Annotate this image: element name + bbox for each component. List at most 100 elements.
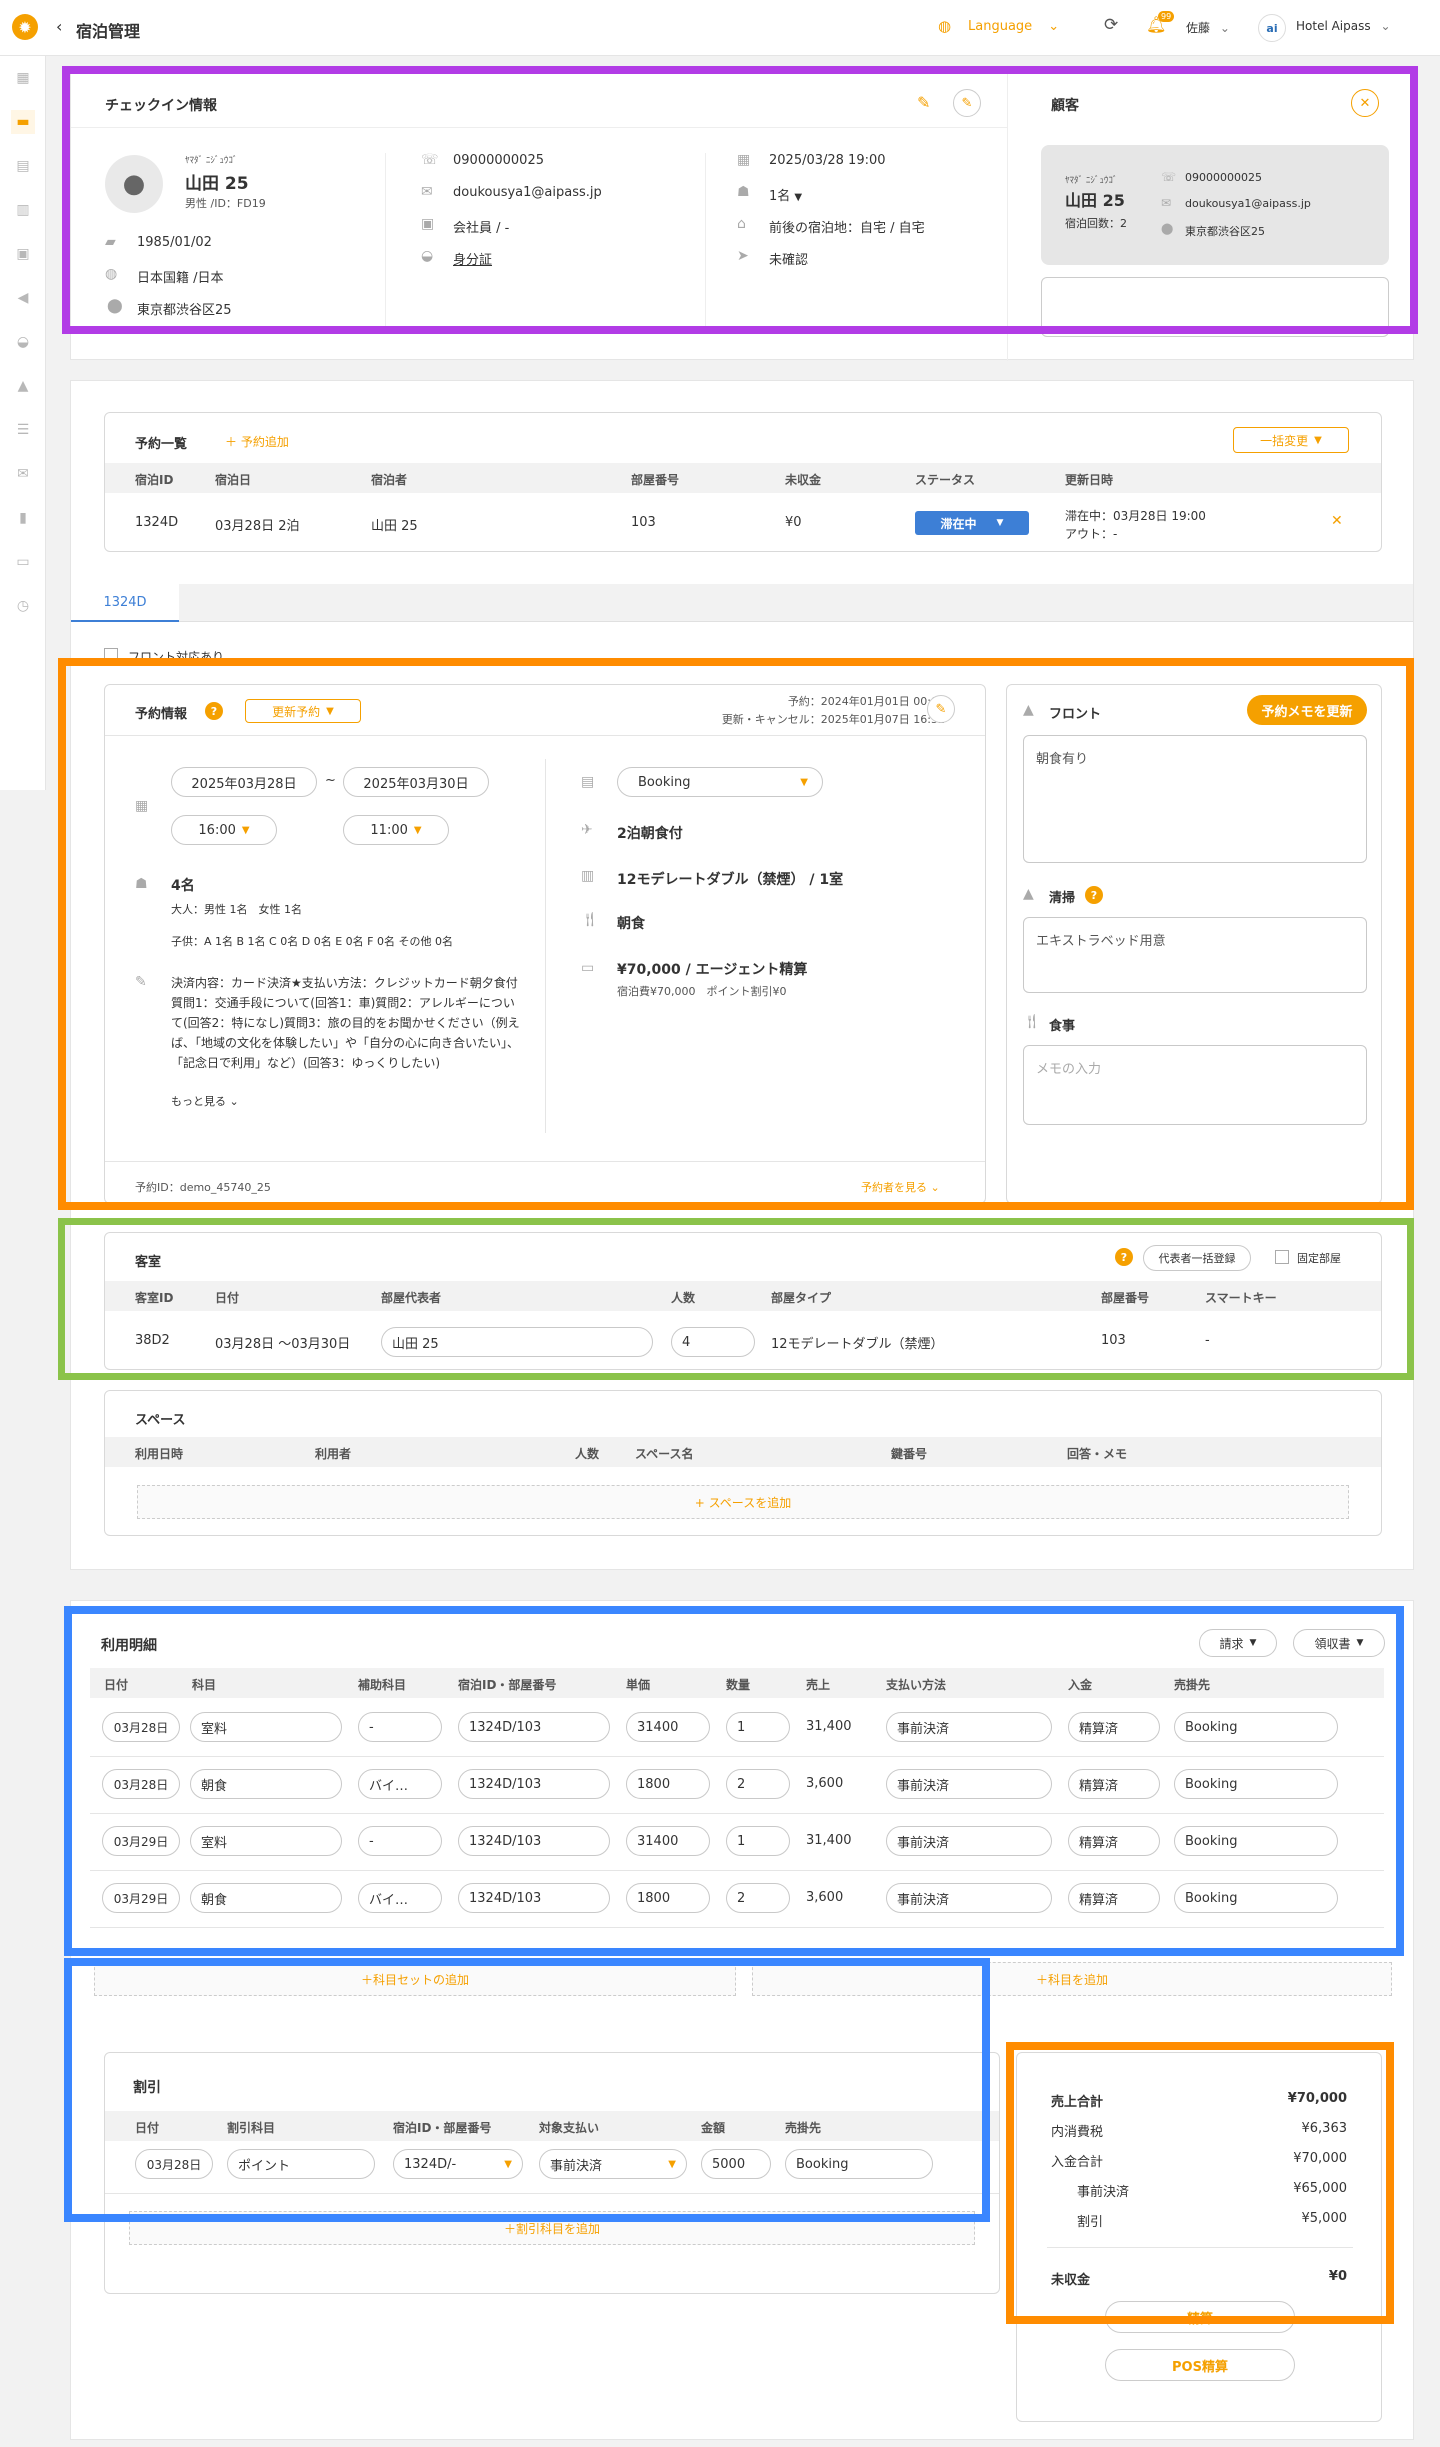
settle-button[interactable]: 精算 [1105, 2301, 1295, 2333]
cleaning-memo-textarea[interactable]: エキストラベッド用意 [1023, 917, 1367, 993]
view-booker-link[interactable]: 予約者を見る ⌄ [861, 1179, 940, 1195]
usage-paid[interactable]: 精算済 [1068, 1769, 1160, 1799]
megaphone-icon[interactable]: ◀ [11, 286, 35, 310]
discount-amount[interactable]: 5000 [701, 2149, 771, 2179]
meal-memo-textarea[interactable]: メモの入力 [1023, 1045, 1367, 1125]
room-rep-input[interactable]: 山田 25 [381, 1327, 653, 1357]
dashboard-icon[interactable]: ▦ [11, 66, 35, 90]
customer-search-box[interactable] [1041, 277, 1389, 337]
discount-date[interactable]: 03月28日 [135, 2149, 213, 2179]
usage-qty[interactable]: 2 [726, 1883, 790, 1913]
add-item-set-button[interactable]: ＋ 科目セットの追加 [94, 1962, 736, 1996]
add-space-button[interactable]: + スペースを追加 [137, 1485, 1349, 1519]
cleaning-icon[interactable]: ▲ [11, 374, 35, 398]
more-link[interactable]: もっと見る ⌄ [171, 1093, 239, 1109]
customer-card[interactable]: ﾔﾏﾀﾞ ﾆｼﾞｭｳｺﾞ 山田 25 宿泊回数：2 ☏ 09000000025 … [1041, 145, 1389, 265]
back-icon[interactable]: ‹ [56, 17, 62, 36]
reservation-id[interactable]: 1324D [135, 515, 178, 530]
bed-icon[interactable]: ▬ [11, 110, 35, 134]
usage-date[interactable]: 03月29日 [102, 1883, 180, 1913]
calculator-icon[interactable]: ▣ [11, 242, 35, 266]
refresh-icon[interactable]: ⟳ [1104, 15, 1118, 35]
usage-paid[interactable]: 精算済 [1068, 1883, 1160, 1913]
update-memo-button[interactable]: 予約メモを更新 [1247, 695, 1367, 725]
usage-item[interactable]: 朝食 [190, 1883, 342, 1913]
usage-qty[interactable]: 2 [726, 1769, 790, 1799]
usage-qty[interactable]: 1 [726, 1826, 790, 1856]
discount-item[interactable]: ポイント [227, 2149, 375, 2179]
close-button[interactable]: ✕ [1351, 89, 1379, 117]
add-item-button[interactable]: ＋ 科目を追加 [752, 1962, 1392, 1996]
mail-icon[interactable]: ✉ [11, 462, 35, 486]
edit-booking-button[interactable]: ✎ [927, 695, 955, 723]
usage-price[interactable]: 31400 [626, 1712, 710, 1742]
guest-card-icon[interactable]: ▤ [11, 154, 35, 178]
app-logo-icon[interactable]: ✹ [12, 14, 38, 40]
chart-icon[interactable]: ▮ [11, 506, 35, 530]
usage-room[interactable]: 1324D/103 [458, 1883, 610, 1913]
fixed-room-checkbox[interactable] [1275, 1250, 1289, 1264]
usage-date[interactable]: 03月28日 [102, 1712, 180, 1742]
usage-subitem[interactable]: バイ… [358, 1769, 442, 1799]
globe-icon[interactable]: ◍ [938, 17, 951, 35]
usage-subitem[interactable]: - [358, 1826, 442, 1856]
usage-price[interactable]: 1800 [626, 1883, 710, 1913]
usage-room[interactable]: 1324D/103 [458, 1712, 610, 1742]
usage-paid[interactable]: 精算済 [1068, 1826, 1160, 1856]
usage-payment[interactable]: 事前決済 [886, 1769, 1052, 1799]
language-select[interactable]: Language ⌄ [968, 19, 1059, 34]
usage-paid[interactable]: 精算済 [1068, 1712, 1160, 1742]
usage-price[interactable]: 1800 [626, 1769, 710, 1799]
help-icon[interactable]: ? [205, 702, 223, 720]
delete-icon[interactable]: ✕ [1331, 513, 1343, 529]
add-reservation-button[interactable]: ＋ 予約追加 [225, 433, 289, 450]
usage-date[interactable]: 03月29日 [102, 1826, 180, 1856]
concierge-icon[interactable]: ◒ [11, 330, 35, 354]
receipt-select[interactable]: 領収書 ▼ [1293, 1629, 1385, 1657]
add-discount-button[interactable]: ＋ 割引科目を追加 [129, 2211, 975, 2245]
help-icon[interactable]: ? [1085, 886, 1103, 904]
user-menu[interactable]: 佐藤 ⌄ [1186, 19, 1230, 36]
usage-price[interactable]: 31400 [626, 1826, 710, 1856]
discount-target-select[interactable]: 事前決済 ▼ [539, 2149, 687, 2179]
building-icon[interactable]: ▥ [11, 198, 35, 222]
usage-subitem[interactable]: - [358, 1712, 442, 1742]
tab-reservation[interactable]: 1324D [71, 584, 179, 622]
usage-payment[interactable]: 事前決済 [886, 1712, 1052, 1742]
usage-ar[interactable]: Booking [1174, 1826, 1338, 1856]
list-icon[interactable]: ☰ [11, 418, 35, 442]
id-card-icon[interactable]: ▭ [11, 550, 35, 574]
help-icon[interactable]: ? [1115, 1248, 1133, 1266]
id-doc-link[interactable]: 身分証 [453, 249, 492, 268]
room-count-input[interactable]: 4 [671, 1327, 755, 1357]
usage-room[interactable]: 1324D/103 [458, 1769, 610, 1799]
usage-ar[interactable]: Booking [1174, 1769, 1338, 1799]
edit-note-icon[interactable]: ✎ [917, 93, 930, 112]
clock-icon[interactable]: ◷ [11, 594, 35, 618]
usage-item[interactable]: 室料 [190, 1826, 342, 1856]
status-select[interactable]: 滞在中 ▼ [915, 511, 1029, 535]
checkin-time-select[interactable]: 16:00 ▼ [171, 815, 277, 845]
front-check-checkbox[interactable] [104, 648, 118, 662]
checkin-date-picker[interactable]: 2025年03月28日 [171, 767, 317, 797]
pos-settle-button[interactable]: POS精算 [1105, 2349, 1295, 2381]
hotel-menu[interactable]: Hotel Aipass ⌄ [1296, 19, 1391, 33]
usage-item[interactable]: 室料 [190, 1712, 342, 1742]
discount-room-select[interactable]: 1324D/- ▼ [393, 2149, 523, 2179]
usage-ar[interactable]: Booking [1174, 1883, 1338, 1913]
checkout-date-picker[interactable]: 2025年03月30日 [343, 767, 489, 797]
front-memo-textarea[interactable]: 朝食有り [1023, 735, 1367, 863]
guest-count-select[interactable]: 1名 ▼ [769, 185, 802, 204]
bulk-change-select[interactable]: 一括変更 ▼ [1233, 427, 1349, 453]
usage-room[interactable]: 1324D/103 [458, 1826, 610, 1856]
usage-qty[interactable]: 1 [726, 1712, 790, 1742]
usage-subitem[interactable]: バイ… [358, 1883, 442, 1913]
bulk-rep-button[interactable]: 代表者一括登録 [1143, 1245, 1251, 1271]
usage-date[interactable]: 03月28日 [102, 1769, 180, 1799]
usage-payment[interactable]: 事前決済 [886, 1883, 1052, 1913]
usage-item[interactable]: 朝食 [190, 1769, 342, 1799]
invoice-select[interactable]: 請求 ▼ [1199, 1629, 1277, 1657]
usage-payment[interactable]: 事前決済 [886, 1826, 1052, 1856]
checkout-time-select[interactable]: 11:00 ▼ [343, 815, 449, 845]
channel-select[interactable]: Booking ▼ [617, 767, 823, 797]
